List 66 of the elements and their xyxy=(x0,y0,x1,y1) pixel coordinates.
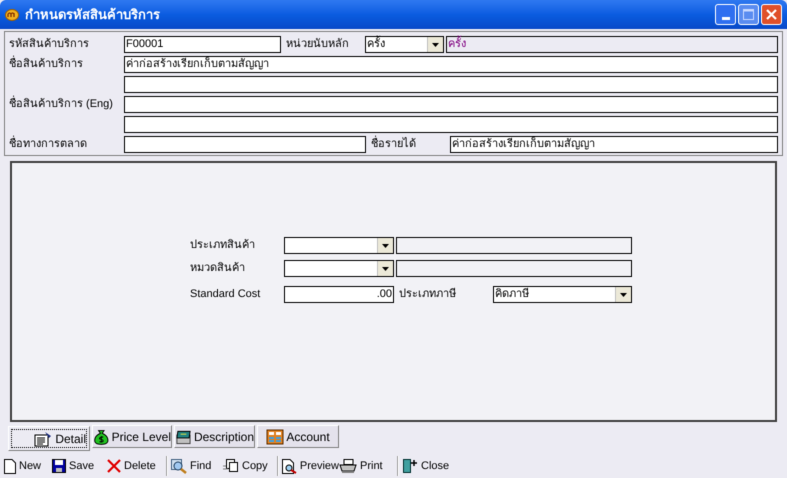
dropdown-arrow-icon xyxy=(382,244,389,248)
tab[interactable]: Price Level xyxy=(92,425,172,448)
dropdown-value: คิดภาษี xyxy=(494,286,530,302)
delete-icon xyxy=(107,459,121,473)
toolbar-button[interactable]: Delete xyxy=(107,455,163,477)
toolbar-button[interactable]: Preview xyxy=(282,455,339,477)
copy-icon xyxy=(223,459,239,473)
field-label: รหัสสินค้าบริการ xyxy=(9,37,90,52)
input-field[interactable]: ค่าก่อสร้างเรียกเก็บตามสัญญา xyxy=(450,136,778,153)
toolbar-button[interactable]: New xyxy=(4,455,52,477)
dropdown-arrow-icon xyxy=(432,42,439,46)
dropdown-value: ครั้ง xyxy=(366,36,386,53)
close-icon xyxy=(766,9,777,20)
dropdown-button[interactable] xyxy=(377,261,393,276)
dropdown-button[interactable] xyxy=(427,37,443,52)
preview-icon xyxy=(282,458,297,474)
dropdown-button[interactable] xyxy=(615,287,631,302)
tab[interactable]: Detail xyxy=(8,426,90,451)
search-icon xyxy=(171,458,187,474)
field-label: ชื่อสินค้าบริการ (Eng) xyxy=(9,96,124,113)
maximize-icon xyxy=(743,9,754,20)
field-label: หมวดสินค้า xyxy=(190,261,246,276)
notebook-icon xyxy=(175,428,192,444)
toolbar-button[interactable]: Find xyxy=(171,455,223,477)
field-label: ประเภทภาษี xyxy=(398,286,457,302)
dropdown[interactable] xyxy=(284,237,394,254)
toolbar-button[interactable]: Print xyxy=(339,455,394,477)
input-field[interactable]: ครั้ง xyxy=(446,36,778,53)
dropdown-arrow-icon xyxy=(382,266,389,270)
document-icon xyxy=(33,430,54,446)
field-label: หน่วยนับหลัก xyxy=(285,37,350,52)
dropdown[interactable] xyxy=(284,260,394,277)
dropdown[interactable]: ครั้ง xyxy=(365,36,444,53)
minimize-button[interactable] xyxy=(715,4,736,25)
tab[interactable]: Account xyxy=(257,425,339,448)
input-field[interactable] xyxy=(396,237,632,254)
exit-door-icon xyxy=(402,458,418,474)
maximize-button[interactable] xyxy=(738,4,759,25)
money-bag-icon xyxy=(93,428,110,446)
field-label: Standard Cost xyxy=(190,287,262,302)
toolbar-button[interactable]: Close xyxy=(402,455,452,477)
field-label: ชื่อสินค้าบริการ xyxy=(9,56,124,73)
input-field[interactable] xyxy=(124,116,778,133)
app-logo-icon xyxy=(5,8,19,20)
input-field[interactable] xyxy=(396,260,632,277)
input-field[interactable]: .00 xyxy=(284,286,394,303)
grid-icon xyxy=(266,428,284,444)
minimize-icon xyxy=(722,17,730,20)
field-label: ชื่อทางการตลาด xyxy=(9,136,124,153)
input-field[interactable] xyxy=(124,76,778,93)
input-field[interactable]: F00001 xyxy=(124,36,281,53)
input-field[interactable] xyxy=(124,136,366,153)
input-field[interactable] xyxy=(124,96,778,113)
dropdown-button[interactable] xyxy=(377,238,393,253)
toolbar-button[interactable]: Copy xyxy=(223,455,274,477)
input-field[interactable]: ค่าก่อสร้างเรียกเก็บตามสัญญา xyxy=(124,56,778,73)
dropdown-arrow-icon xyxy=(620,292,627,296)
close-button[interactable] xyxy=(761,4,782,25)
window-title: กำหนดรหัสสินค้าบริการ xyxy=(25,6,160,24)
field-label: ชื่อรายได้ xyxy=(366,136,450,153)
printer-icon xyxy=(339,459,357,473)
dropdown[interactable]: คิดภาษี xyxy=(493,286,632,303)
toolbar-button[interactable]: Save xyxy=(52,455,107,477)
new-document-icon xyxy=(4,458,16,474)
field-label: ประเภทสินค้า xyxy=(190,238,256,253)
tab[interactable]: Description xyxy=(174,425,255,448)
